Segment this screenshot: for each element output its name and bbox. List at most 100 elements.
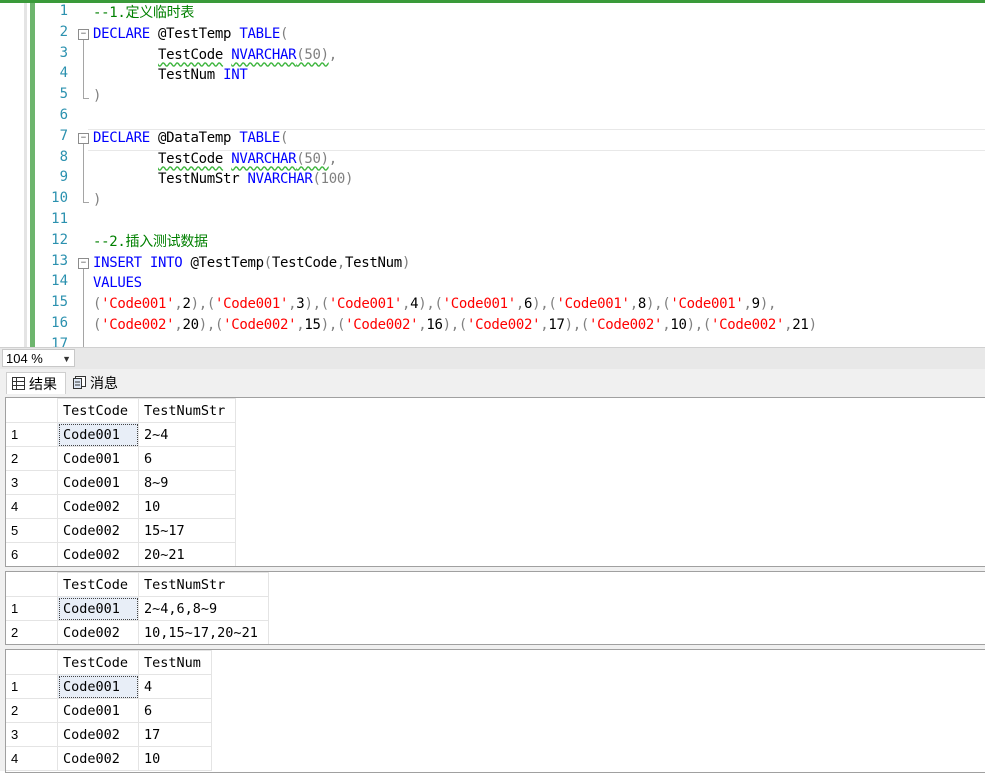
table-row[interactable]: 3 Code001 8~9 [6,470,237,495]
row-number[interactable]: 2 [6,698,58,723]
line-number: 16 [51,315,68,331]
code-token: 'Code001' [670,296,744,313]
result-table-2[interactable]: TestCode TestNumStr 1 Code001 2~4,6,8~9 2 Code… [6,572,269,644]
code-token: (50) [296,46,329,63]
tab-results[interactable]: 结果 [6,372,66,394]
table-cell[interactable]: 10 [138,746,212,771]
column-header[interactable]: TestNumStr [138,572,269,597]
table-cell[interactable]: 10,15~17,20~21 [138,620,269,644]
table-cell[interactable]: 2~4 [138,422,237,447]
table-cell[interactable]: Code002 [56,746,140,771]
row-number[interactable]: 5 [6,518,58,543]
table-cell[interactable]: 8~9 [138,470,237,495]
table-cell[interactable]: Code001 [56,446,140,471]
minus-box-icon[interactable]: − [78,28,89,40]
table-cell[interactable]: 10 [138,494,237,519]
result-table-3[interactable]: TestCode TestNum 1 Code001 4 2 Code001 6 3 Code00… [6,650,212,771]
row-number[interactable]: 3 [6,722,58,747]
tab-messages[interactable]: 消息 [68,372,130,394]
code-line[interactable]: TestCode NVARCHAR(50), [93,45,337,66]
code-line[interactable]: ('Code002',20),('Code002',15),('Code002'… [93,315,817,336]
code-line[interactable]: ('Code001',2),('Code001',3),('Code001',4… [93,294,776,315]
table-row[interactable]: 2 Code002 10,15~17,20~21 [6,620,269,644]
code-token: 'Code001' [442,296,516,313]
code-line[interactable]: TestCode NVARCHAR(50), [93,149,337,170]
code-line[interactable]: INSERT INTO @TestTemp(TestCode,TestNum) [93,253,410,274]
table-cell[interactable]: Code001 [56,422,140,447]
table-row[interactable]: 2 Code001 6 [6,698,212,723]
row-number[interactable]: 2 [6,446,58,471]
chevron-down-icon[interactable]: ▼ [62,350,71,368]
code-token: NVARCHAR [247,171,313,188]
minus-box-icon[interactable]: − [78,257,89,269]
code-line[interactable]: TestNumStr NVARCHAR(100) [93,169,353,190]
table-row[interactable]: 1 Code001 2~4,6,8~9 [6,596,269,621]
result-grid-1[interactable]: TestCode TestNumStr 1 Code001 2~4 2 Code001 6 3 C… [5,397,985,567]
table-row[interactable]: 6 Code002 20~21 [6,542,237,566]
column-header[interactable]: TestNum [138,650,212,675]
code-line[interactable]: DECLARE @TestTemp TABLE( [93,24,288,45]
header-row: TestCode TestNumStr [6,572,269,597]
row-number[interactable]: 6 [6,542,58,566]
minus-box-icon[interactable]: − [78,132,89,144]
row-number[interactable]: 1 [6,596,58,621]
line-number: 14 [51,273,68,290]
corner-cell[interactable] [6,650,58,675]
table-cell[interactable]: 6 [138,698,212,723]
table-cell[interactable]: Code002 [56,494,140,519]
result-grid-3[interactable]: TestCode TestNum 1 Code001 4 2 Code001 6 3 Code00… [5,649,985,773]
table-cell[interactable]: Code001 [56,596,140,621]
fold-guide-line [83,268,84,347]
row-number[interactable]: 4 [6,494,58,519]
zoom-dropdown[interactable]: 104 % ▼ [2,349,75,367]
table-cell[interactable]: 20~21 [138,542,237,566]
row-number[interactable]: 1 [6,674,58,699]
table-row[interactable]: 1 Code001 2~4 [6,422,237,447]
result-grid-2[interactable]: TestCode TestNumStr 1 Code001 2~4,6,8~9 2 Code… [5,571,985,645]
table-cell[interactable]: 6 [138,446,237,471]
row-number[interactable]: 3 [6,470,58,495]
column-header[interactable]: TestCode [56,650,140,675]
table-cell[interactable]: Code002 [56,542,140,566]
code-line[interactable]: VALUES [93,273,142,294]
code-line[interactable]: DECLARE @DataTemp TABLE( [93,128,288,149]
code-token: 'Code002' [467,317,541,333]
table-cell[interactable]: 4 [138,674,212,699]
corner-cell[interactable] [6,572,58,597]
table-row[interactable]: 5 Code002 15~17 [6,518,237,543]
table-cell[interactable]: 15~17 [138,518,237,543]
code-token: 16 [426,317,443,333]
column-header[interactable]: TestCode [56,572,140,597]
table-row[interactable]: 2 Code001 6 [6,446,237,471]
column-header[interactable]: TestNumStr [138,398,237,423]
table-cell[interactable]: Code001 [56,698,140,723]
editor-left-margin [0,3,26,347]
code-token: --2.插入测试数据 [93,233,208,250]
row-number[interactable]: 1 [6,422,58,447]
corner-cell[interactable] [6,398,58,423]
query-editor[interactable]: 1 2 3 4 5 6 7 8 9 10 11 12 13 14 15 16 17 --1.定义临时表 DECLA… [0,3,985,347]
fold-end-mark [83,202,89,204]
table-cell[interactable]: Code002 [56,722,140,747]
table-cell[interactable]: Code001 [56,470,140,495]
table-cell[interactable]: 2~4,6,8~9 [138,596,269,621]
row-number[interactable]: 4 [6,746,58,771]
code-line[interactable]: ) [93,86,101,107]
row-number[interactable]: 2 [6,620,58,644]
table-row[interactable]: 1 Code001 4 [6,674,212,699]
code-line[interactable]: TestNum INT [93,65,248,86]
column-header[interactable]: TestCode [56,398,140,423]
table-cell[interactable]: Code002 [56,620,140,644]
table-cell[interactable]: 17 [138,722,212,747]
code-line[interactable]: --1.定义临时表 [93,3,194,24]
table-row[interactable]: 4 Code002 10 [6,494,237,519]
table-cell[interactable]: Code002 [56,518,140,543]
table-row[interactable]: 3 Code002 17 [6,722,212,747]
table-row[interactable]: 4 Code002 10 [6,746,212,771]
code-line[interactable]: --2.插入测试数据 [93,232,208,253]
table-cell[interactable]: Code001 [56,674,140,699]
result-table-1[interactable]: TestCode TestNumStr 1 Code001 2~4 2 Code001 6 3 C… [6,398,237,566]
code-line[interactable]: ) [93,190,101,211]
fold-guide-line [83,39,84,99]
